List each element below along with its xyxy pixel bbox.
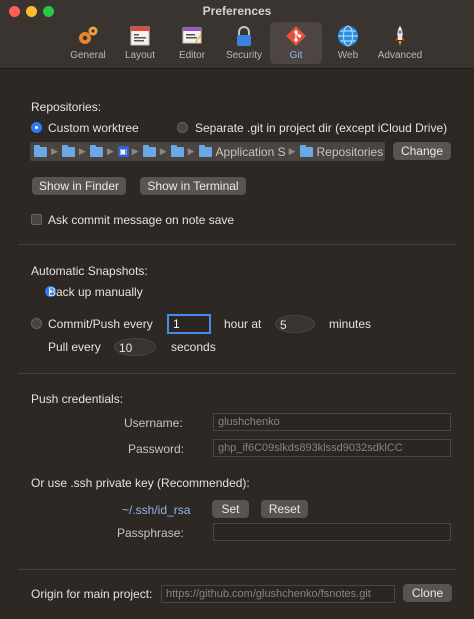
gear-icon [76, 24, 100, 48]
folder-icon [89, 144, 103, 157]
chevron-right-icon: ▶ [78, 146, 86, 156]
editor-icon [180, 24, 204, 48]
set-key-button[interactable]: Set [212, 500, 249, 518]
path-crumb-application-support: Application S ▶ [198, 144, 296, 159]
show-in-finder-button[interactable]: Show in Finder [32, 177, 126, 195]
tab-git-label: Git [289, 50, 303, 61]
ask-commit-checkbox[interactable] [31, 214, 42, 225]
radio-commit-push-every[interactable] [31, 318, 42, 329]
pull-seconds-input[interactable]: 10 [114, 338, 156, 356]
chevron-right-icon: ▶ [51, 146, 58, 156]
folder-icon [142, 144, 156, 157]
divider [18, 244, 456, 245]
pull-every-label: Pull every [48, 340, 101, 354]
app-icon: ▣ [117, 146, 129, 157]
lock-icon [232, 24, 256, 48]
radio-separate-git[interactable] [177, 122, 188, 133]
username-input[interactable]: glushchenko [213, 413, 451, 431]
show-in-terminal-button[interactable]: Show in Terminal [140, 177, 246, 195]
folder-icon [299, 144, 313, 157]
titlebar: Preferences General Layout Editor Securi… [0, 0, 474, 69]
folder-icon [34, 144, 47, 157]
repositories-heading: Repositories: [31, 100, 102, 114]
chevron-right-icon: ▶ [131, 146, 139, 156]
tab-general-label: General [70, 50, 106, 61]
tab-security-label: Security [225, 50, 263, 61]
rocket-icon [388, 24, 412, 48]
reset-key-button[interactable]: Reset [261, 500, 308, 518]
repository-path-control[interactable]: ▶ ▶ ▶ ▣ ▶ ▶ ▶ Application S ▶ Repositories [30, 142, 385, 161]
origin-label: Origin for main project: [31, 587, 153, 601]
tab-layout-label: Layout [124, 50, 156, 61]
path-crumb: ▶ [34, 144, 58, 157]
hour-at-label: hour at [224, 317, 262, 331]
tab-advanced-label: Advanced [377, 50, 423, 61]
layout-icon [128, 24, 152, 48]
path-crumb: ▶ [142, 144, 167, 157]
tab-editor-label: Editor [178, 50, 206, 61]
tab-security[interactable]: Security [218, 22, 270, 64]
divider [18, 569, 456, 570]
tab-git[interactable]: Git [270, 22, 322, 64]
path-crumb: ▶ [61, 144, 86, 157]
window-title: Preferences [202, 4, 272, 18]
clone-button[interactable]: Clone [403, 584, 452, 602]
folder-icon [170, 144, 184, 157]
ssh-key-heading: Or use .ssh private key (Recommended): [31, 476, 250, 490]
passphrase-input[interactable] [213, 523, 451, 541]
commit-push-every-label: Commit/Push every [48, 317, 153, 331]
credentials-heading: Push credentials: [31, 392, 124, 406]
tab-advanced[interactable]: Advanced [374, 22, 426, 64]
tab-web[interactable]: Web [322, 22, 374, 64]
origin-url-input[interactable]: https://github.com/glushchenko/fsnotes.g… [161, 585, 395, 603]
chevron-right-icon: ▶ [288, 146, 296, 156]
folder-icon [198, 144, 212, 157]
git-preferences-pane: Repositories: Custom worktree Separate .… [0, 69, 474, 603]
ssh-key-path: ~/.ssh/id_rsa [122, 503, 191, 517]
password-input[interactable]: ghp_if6C09slkds893klssd9032sdklCC [213, 439, 451, 457]
radio-custom-worktree[interactable] [31, 122, 42, 133]
tab-web-label: Web [337, 50, 359, 61]
path-crumb: ▣ ▶ [117, 146, 139, 157]
username-label: Username: [124, 416, 183, 430]
seconds-label: seconds [171, 340, 216, 354]
commit-minutes-input[interactable]: 5 [275, 315, 315, 333]
git-icon [284, 24, 308, 48]
snapshots-heading: Automatic Snapshots: [31, 264, 148, 278]
folder-icon [61, 144, 75, 157]
path-crumb: ▶ [170, 144, 195, 157]
chevron-right-icon: ▶ [187, 146, 195, 156]
globe-icon [336, 24, 360, 48]
backup-manually-label: Back up manually [48, 285, 143, 299]
tab-editor[interactable]: Editor [166, 22, 218, 64]
minutes-label: minutes [329, 317, 372, 331]
chevron-right-icon: ▶ [106, 146, 114, 156]
preferences-toolbar: General Layout Editor Security Git Web A… [62, 22, 426, 64]
ask-commit-label: Ask commit message on note save [48, 213, 235, 227]
change-path-button[interactable]: Change [393, 142, 451, 160]
password-label: Password: [128, 442, 185, 456]
path-crumb-repositories: Repositories [299, 144, 383, 159]
divider [18, 373, 456, 374]
custom-worktree-label: Custom worktree [48, 121, 139, 135]
separate-git-label: Separate .git in project dir (except iCl… [195, 121, 448, 135]
tab-general[interactable]: General [62, 22, 114, 64]
commit-hours-input[interactable]: 1 [167, 314, 211, 334]
path-crumb: ▶ [89, 144, 114, 157]
chevron-right-icon: ▶ [159, 146, 167, 156]
preferences-window: Preferences General Layout Editor Securi… [0, 0, 474, 619]
passphrase-label: Passphrase: [117, 526, 184, 540]
tab-layout[interactable]: Layout [114, 22, 166, 64]
